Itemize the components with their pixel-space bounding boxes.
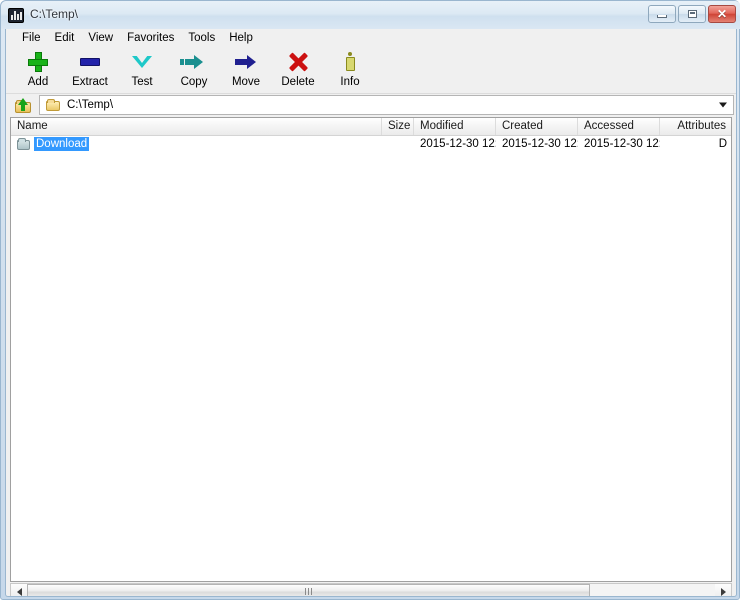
copy-button-label: Copy — [180, 76, 208, 88]
7zip-icon — [8, 8, 24, 23]
info-button-label: Info — [340, 76, 360, 88]
up-one-level-button[interactable] — [10, 95, 36, 115]
extract-button-label: Extract — [72, 76, 108, 88]
toolbar: Add Extract Test Copy Move Delete Info — [6, 46, 736, 94]
move-button-label: Move — [231, 76, 261, 88]
folder-icon — [46, 99, 61, 111]
column-header-created[interactable]: Created — [496, 118, 578, 135]
horizontal-scrollbar[interactable] — [10, 583, 732, 596]
folder-icon — [17, 138, 31, 150]
up-folder-icon — [14, 97, 32, 113]
test-button[interactable]: Test — [116, 46, 168, 91]
cell-modified: 2015-12-30 12:46 — [420, 138, 496, 150]
path-text: C:\Temp\ — [67, 99, 114, 111]
minimize-button[interactable] — [648, 5, 676, 23]
move-arrow-icon — [235, 50, 257, 74]
menu-item-view[interactable]: View — [81, 30, 120, 46]
menu-item-favorites[interactable]: Favorites — [120, 30, 181, 46]
menu-item-help[interactable]: Help — [222, 30, 260, 46]
title-bar: C:\Temp\ ✕ — [1, 1, 740, 29]
window-controls: ✕ — [648, 5, 736, 23]
chevron-down-icon[interactable] — [719, 102, 727, 108]
file-rows: Download 2015-12-30 12:46 2015-12-30 12:… — [11, 136, 731, 152]
info-icon — [343, 50, 357, 74]
column-header-size[interactable]: Size — [382, 118, 414, 135]
cell-name[interactable]: Download — [11, 136, 382, 152]
file-list: Name Size Modified Created Accessed Attr… — [10, 117, 732, 582]
address-bar: C:\Temp\ — [6, 94, 736, 116]
menu-item-tools[interactable]: Tools — [181, 30, 222, 46]
menu-item-file[interactable]: File — [15, 30, 48, 46]
table-row[interactable]: Download 2015-12-30 12:46 2015-12-30 12:… — [11, 136, 731, 152]
column-header-attributes[interactable]: Attributes — [660, 118, 731, 135]
grip-icon — [305, 588, 312, 595]
info-button[interactable]: Info — [324, 46, 376, 91]
test-button-label: Test — [131, 76, 153, 88]
cell-size — [382, 136, 414, 152]
scroll-left-button[interactable] — [11, 584, 27, 596]
path-combobox[interactable]: C:\Temp\ — [39, 95, 734, 115]
column-header-name[interactable]: Name — [11, 118, 382, 135]
delete-button[interactable]: Delete — [272, 46, 324, 91]
file-name-label: Download — [34, 137, 90, 151]
scroll-right-button[interactable] — [715, 584, 731, 596]
chevron-down-icon — [132, 50, 152, 74]
arrow-left-icon — [16, 587, 22, 596]
maximize-button[interactable] — [678, 5, 706, 23]
extract-button[interactable]: Extract — [64, 46, 116, 91]
copy-arrow-icon — [180, 50, 205, 74]
minus-bar-icon — [80, 50, 100, 74]
column-header-modified[interactable]: Modified — [414, 118, 496, 135]
minimize-icon — [657, 15, 667, 18]
window-title: C:\Temp\ — [30, 7, 79, 21]
x-icon — [288, 50, 308, 74]
delete-button-label: Delete — [281, 76, 315, 88]
add-button-label: Add — [27, 76, 49, 88]
column-header-row: Name Size Modified Created Accessed Attr… — [11, 118, 731, 136]
scrollbar-track[interactable] — [27, 584, 715, 596]
menu-bar: File Edit View Favorites Tools Help — [6, 29, 736, 46]
move-button[interactable]: Move — [220, 46, 272, 91]
add-button[interactable]: Add — [12, 46, 64, 91]
copy-button[interactable]: Copy — [168, 46, 220, 91]
maximize-icon — [687, 10, 697, 18]
column-header-accessed[interactable]: Accessed — [578, 118, 660, 135]
scrollbar-thumb[interactable] — [27, 584, 590, 596]
cell-attributes: D — [718, 138, 727, 150]
close-icon: ✕ — [716, 7, 728, 21]
client-area: File Edit View Favorites Tools Help Add … — [5, 29, 737, 597]
menu-item-edit[interactable]: Edit — [48, 30, 82, 46]
application-window: C:\Temp\ ✕ File Edit View Favorites Tool… — [0, 0, 740, 600]
plus-icon — [28, 50, 48, 74]
cell-accessed: 2015-12-30 12:46 — [584, 138, 660, 150]
cell-created: 2015-12-30 12:46 — [502, 138, 578, 150]
arrow-right-icon — [720, 587, 726, 596]
close-button[interactable]: ✕ — [708, 5, 736, 23]
